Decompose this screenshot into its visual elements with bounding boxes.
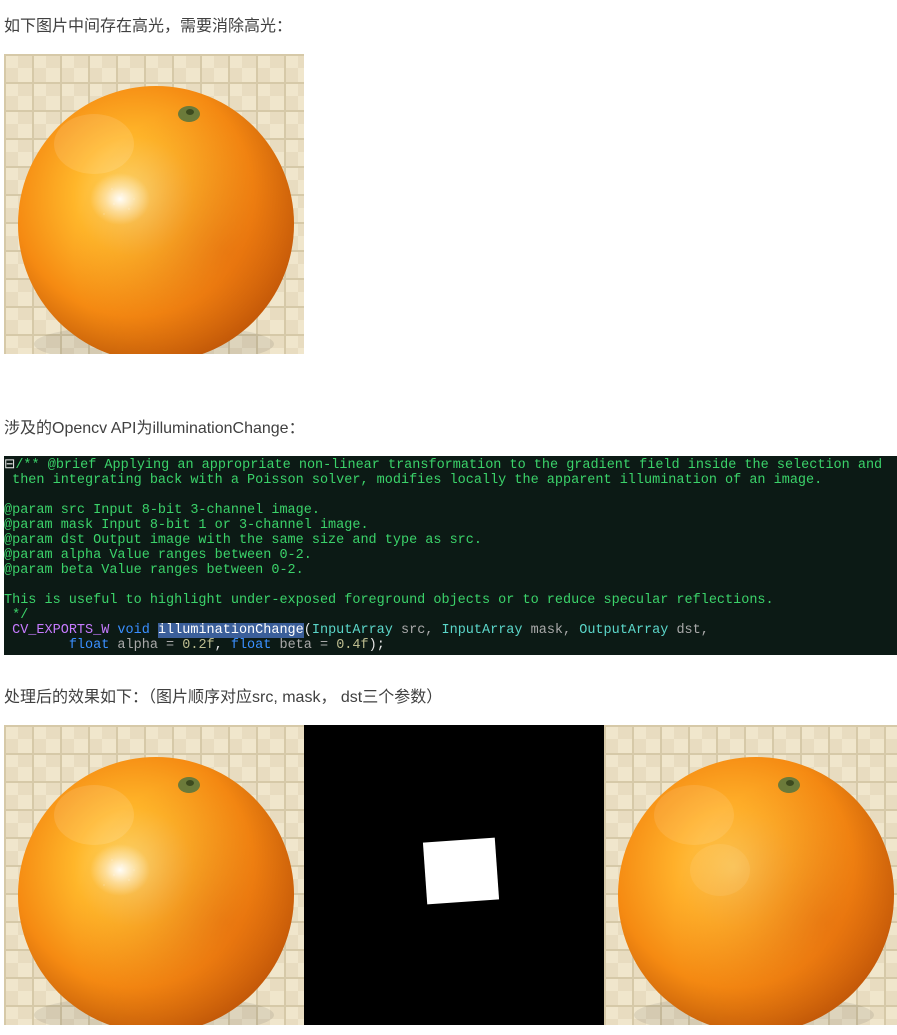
code-indent (4, 638, 69, 653)
code-line-7: @param alpha Value ranges between 0-2. (4, 548, 312, 563)
code-line-2: then integrating back with a Poisson sol… (4, 473, 822, 488)
code-src: src, (393, 623, 442, 638)
orange-dst-svg (604, 725, 897, 1025)
result-dst (604, 725, 897, 1025)
code-end: ); (369, 638, 385, 653)
code-cv-exports: CV_EXPORTS_W (12, 623, 109, 638)
fold-marker: ⊟ (4, 458, 15, 473)
code-paren: ( (304, 623, 312, 638)
code-alpha: alpha = (109, 638, 182, 653)
orange-svg (4, 54, 304, 354)
code-line-8: @param beta Value ranges between 0-2. (4, 563, 304, 578)
code-line-4: @param src Input 8-bit 3-channel image. (4, 503, 320, 518)
result-row (4, 725, 893, 1025)
code-num1: 0.2f (182, 638, 214, 653)
code-line-11: */ (4, 608, 28, 623)
code-fn-name: illuminationChange (158, 623, 304, 638)
paragraph-api: 涉及的Opencv API为illuminationChange： (4, 414, 893, 438)
code-line-1: /** @brief Applying an appropriate non-l… (15, 458, 882, 473)
code-line-10: This is useful to highlight under-expose… (4, 593, 774, 608)
image-orange-src (4, 54, 893, 354)
code-outputarray: OutputArray (579, 623, 668, 638)
code-float2: float (231, 638, 272, 653)
code-dst: dst, (668, 623, 709, 638)
code-void: void (109, 623, 158, 638)
code-num2: 0.4f (336, 638, 368, 653)
result-src (4, 725, 304, 1025)
code-mask: mask, (523, 623, 580, 638)
code-inputarray2: InputArray (442, 623, 523, 638)
mask-shape (423, 838, 499, 905)
orange-src-svg (4, 725, 304, 1025)
code-comma: , (215, 638, 231, 653)
code-float1: float (69, 638, 110, 653)
code-block: ⊟/** @brief Applying an appropriate non-… (4, 456, 897, 655)
paragraph-intro: 如下图片中间存在高光，需要消除高光： (4, 12, 893, 36)
code-beta: beta = (271, 638, 336, 653)
code-inputarray1: InputArray (312, 623, 393, 638)
result-mask (304, 725, 604, 1025)
code-line-5: @param mask Input 8-bit 1 or 3-channel i… (4, 518, 369, 533)
code-line-6: @param dst Output image with the same si… (4, 533, 482, 548)
paragraph-result: 处理后的效果如下：（图片顺序对应src, mask， dst三个参数） (4, 683, 893, 707)
